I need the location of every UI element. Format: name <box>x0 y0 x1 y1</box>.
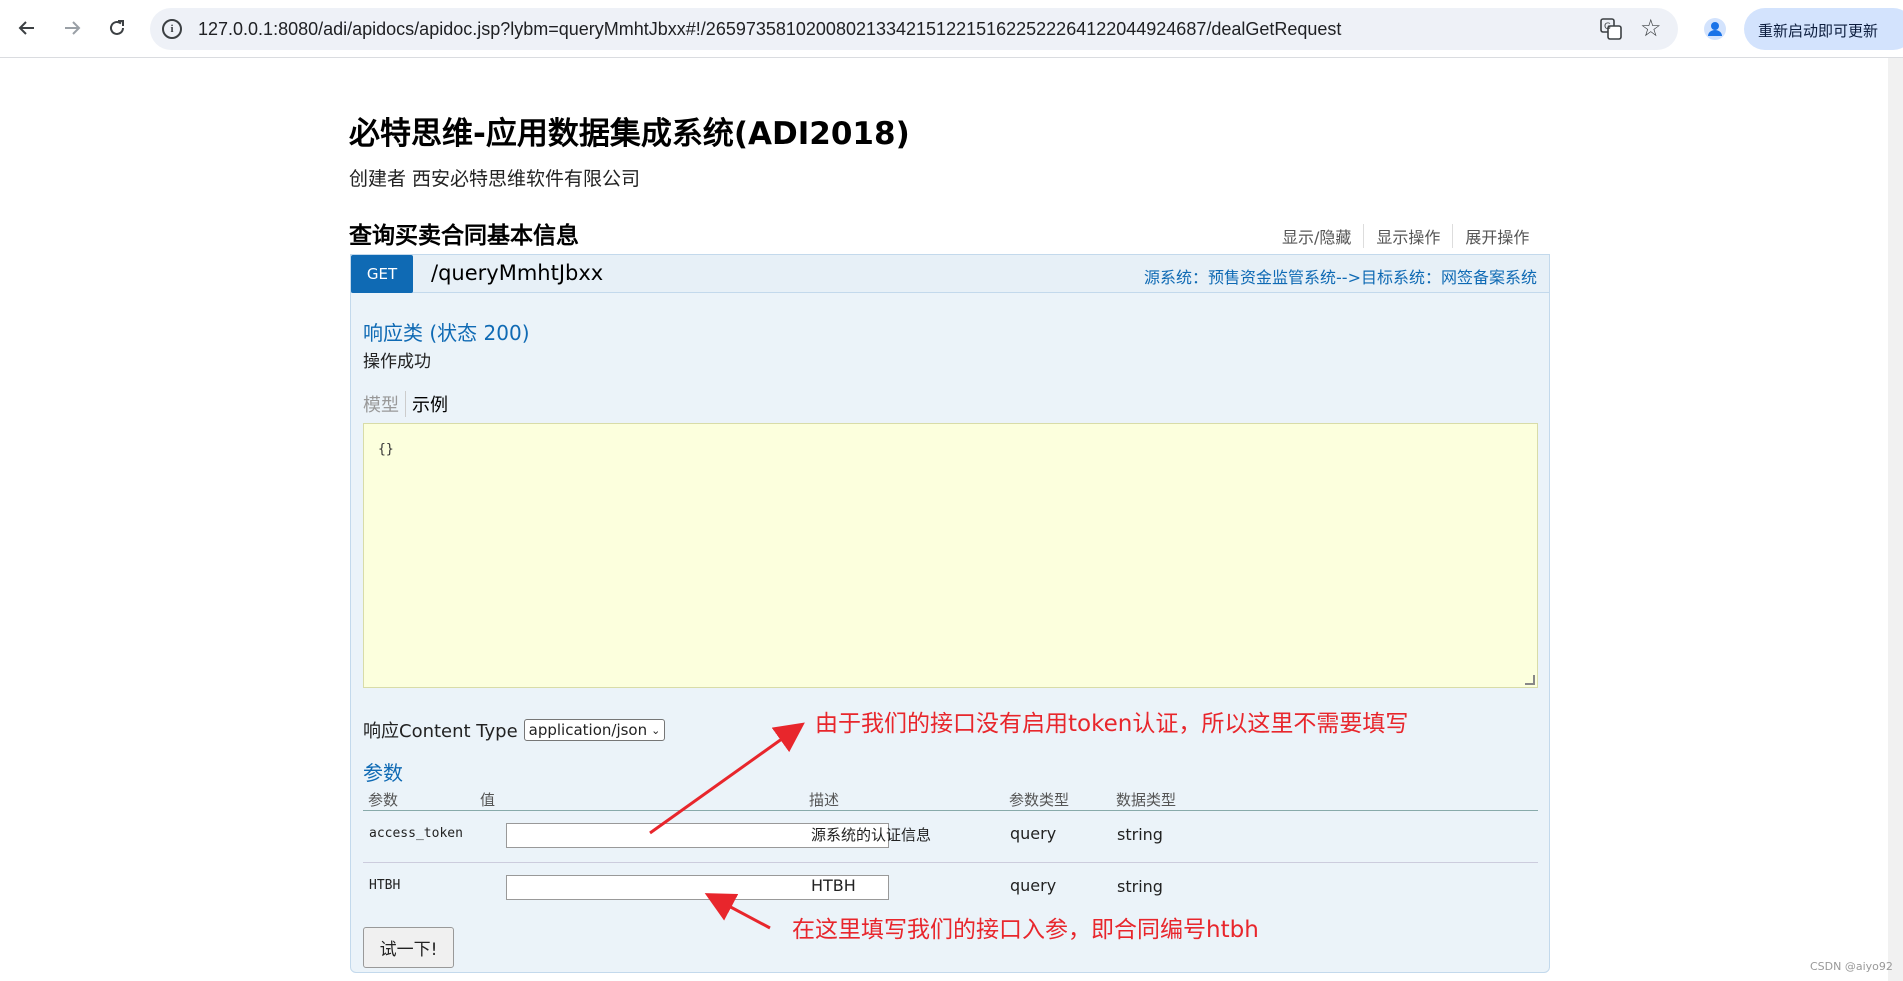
arrow-to-token-field <box>649 722 805 835</box>
site-info-icon[interactable]: i <box>162 19 182 39</box>
forward-icon[interactable] <box>57 13 87 43</box>
watermark: CSDN @aiyo92 <box>1810 960 1893 973</box>
annotation-htbh-note: 在这里填写我们的接口入参，即合同编号htbh <box>792 917 1259 943</box>
browser-toolbar: i 127.0.0.1:8080/adi/apidocs/apidoc.jsp?… <box>0 0 1903 58</box>
url-text: 127.0.0.1:8080/adi/apidocs/apidoc.jsp?ly… <box>198 19 1342 39</box>
arrow-to-htbh-field <box>704 893 771 930</box>
annotation-arrows <box>649 722 805 930</box>
bookmark-star-icon[interactable]: ☆ <box>1640 14 1662 42</box>
svg-text:G: G <box>1604 22 1611 32</box>
profile-icon[interactable] <box>1700 14 1730 44</box>
translate-icon[interactable]: G <box>1600 18 1622 40</box>
reload-icon[interactable] <box>102 13 132 43</box>
page-content: 必特思维-应用数据集成系统(ADI2018) 创建者 西安必特思维软件有限公司 … <box>0 58 1888 981</box>
back-icon[interactable] <box>12 13 42 43</box>
address-bar[interactable]: i 127.0.0.1:8080/adi/apidocs/apidoc.jsp?… <box>150 8 1678 50</box>
relaunch-update-button[interactable]: 重新启动即可更新 <box>1744 8 1903 50</box>
scrollbar[interactable] <box>1888 58 1903 981</box>
annotation-token-note: 由于我们的接口没有启用token认证，所以这里不需要填写 <box>815 711 1409 737</box>
